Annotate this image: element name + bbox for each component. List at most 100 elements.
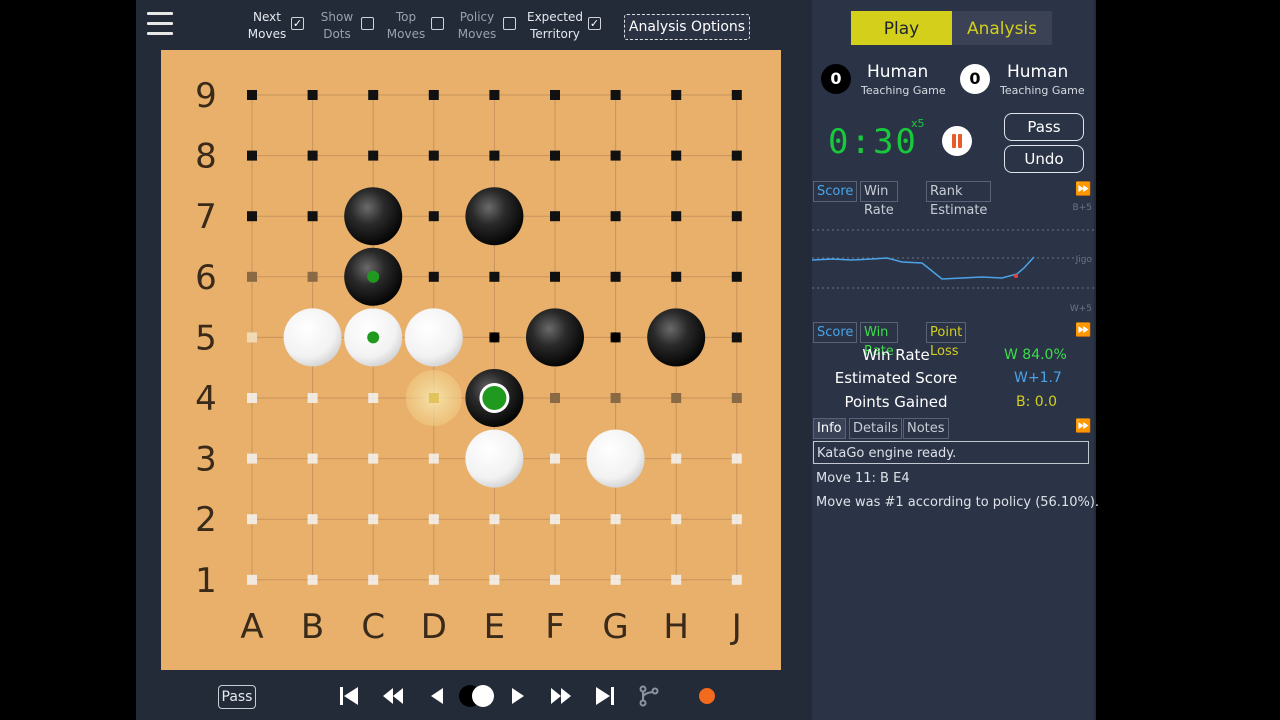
column-label: E: [484, 607, 505, 647]
graph-tab-win-rate[interactable]: Win Rate: [860, 181, 898, 218]
first-move-icon[interactable]: [337, 684, 361, 708]
territory-marker: [731, 332, 742, 343]
option-next-moves-checkbox[interactable]: ✓: [291, 17, 304, 30]
territory-marker: [610, 271, 621, 282]
territory-marker: [610, 574, 621, 585]
territory-marker: [489, 150, 500, 161]
menu-icon[interactable]: [147, 12, 173, 38]
territory-marker: [307, 393, 318, 403]
black-stone[interactable]: [647, 308, 706, 367]
territory-marker: [428, 90, 439, 100]
territory-marker: [671, 453, 682, 464]
territory-marker: [368, 393, 379, 403]
option-show-dots-checkbox[interactable]: [361, 17, 374, 30]
graph-tab-rank-estimate[interactable]: Rank Estimate: [926, 181, 992, 218]
black-stone[interactable]: [465, 187, 524, 246]
option-policy-moves-label[interactable]: Policy Moves: [454, 9, 500, 43]
white-stone[interactable]: [404, 308, 463, 367]
option-show-dots-label[interactable]: Show Dots: [316, 9, 358, 43]
option-next-moves-label[interactable]: Next Moves: [246, 9, 288, 43]
option-expected-territory-label[interactable]: Expected Territory: [526, 9, 584, 43]
territory-marker: [428, 271, 439, 282]
stats-tab-win-rate[interactable]: Win Rate: [860, 322, 898, 359]
undo-button[interactable]: Undo: [1004, 145, 1084, 173]
territory-marker: [307, 453, 318, 464]
score-graph: B+5 Jigo W+5: [812, 203, 1094, 314]
black-stone[interactable]: [344, 187, 403, 246]
pass-button[interactable]: Pass: [1004, 113, 1084, 141]
graph-expand-icon[interactable]: ⏩: [1075, 182, 1091, 197]
white-captures-badge: 0: [960, 64, 990, 94]
black-player-name[interactable]: Human: [867, 62, 928, 82]
forward-ten-icon[interactable]: [549, 684, 573, 708]
info-tab-info[interactable]: Info: [813, 418, 846, 439]
territory-marker: [368, 453, 379, 464]
column-label: J: [730, 607, 742, 647]
stats-expand-icon[interactable]: ⏩: [1075, 323, 1091, 338]
territory-marker: [428, 574, 439, 585]
territory-marker: [307, 211, 318, 222]
territory-marker: [610, 211, 621, 222]
territory-marker: [731, 393, 742, 403]
territory-marker: [247, 453, 257, 464]
previous-move-icon[interactable]: [425, 684, 449, 708]
territory-marker: [671, 514, 682, 525]
black-stone[interactable]: [526, 308, 584, 367]
tab-play[interactable]: Play: [851, 11, 952, 45]
info-expand-icon[interactable]: ⏩: [1075, 419, 1091, 434]
territory-marker: [247, 150, 257, 161]
territory-marker: [550, 574, 560, 585]
territory-marker: [428, 453, 439, 464]
white-stone[interactable]: [283, 308, 342, 367]
territory-marker: [610, 514, 621, 525]
territory-marker: [671, 90, 682, 100]
analysis-options-button[interactable]: Analysis Options: [624, 14, 750, 40]
territory-marker: [307, 150, 318, 161]
hint-move-center: [428, 393, 439, 403]
graph-bottom-label: W+5: [1070, 304, 1092, 314]
bottom-pass-button[interactable]: Pass: [218, 685, 256, 709]
territory-marker: [247, 393, 257, 403]
next-move-icon[interactable]: [506, 684, 530, 708]
territory-marker: [247, 514, 257, 525]
option-expected-territory-checkbox[interactable]: ✓: [588, 17, 601, 30]
last-move-icon[interactable]: [593, 684, 617, 708]
territory-marker: [550, 453, 560, 464]
row-label: 8: [195, 137, 217, 177]
info-tab-details[interactable]: Details: [849, 418, 903, 439]
column-label: F: [545, 607, 565, 647]
territory-marker: [731, 90, 742, 100]
territory-marker: [550, 211, 560, 222]
stats-tab-point-loss[interactable]: Point Loss: [926, 322, 967, 359]
white-stone[interactable]: [586, 429, 645, 488]
column-label: H: [663, 607, 689, 647]
option-top-moves-label[interactable]: Top Moves: [385, 9, 427, 43]
row-label: 2: [195, 500, 217, 540]
go-board[interactable]: 9 8 7 6 5 4 3 2 1ABCDEFGH J: [161, 50, 781, 670]
territory-marker: [489, 271, 500, 282]
territory-marker: [550, 514, 560, 525]
option-top-moves-checkbox[interactable]: [431, 17, 444, 30]
tab-analysis[interactable]: Analysis: [952, 11, 1052, 45]
move-info: Move 11: B E4: [816, 471, 910, 486]
option-policy-moves-checkbox[interactable]: [503, 17, 516, 30]
board-canvas[interactable]: 9 8 7 6 5 4 3 2 1A B C D E F G H J: [161, 50, 781, 670]
info-tab-notes[interactable]: Notes: [903, 418, 949, 439]
pause-clock-button[interactable]: [942, 126, 972, 156]
territory-marker: [368, 150, 379, 161]
territory-marker: [307, 514, 318, 525]
territory-marker: [428, 211, 439, 222]
win-rate-label: Win Rate: [862, 346, 930, 364]
stats-tab-score[interactable]: Score: [813, 322, 858, 343]
estimated-score-label: Estimated Score: [834, 369, 958, 387]
branch-icon[interactable]: [637, 684, 661, 708]
white-stone[interactable]: [465, 429, 524, 488]
last-move-marker: [482, 386, 507, 410]
white-player-name[interactable]: Human: [1007, 62, 1068, 82]
territory-marker: [731, 211, 742, 222]
graph-mid-label: Jigo: [1075, 255, 1093, 265]
graph-tab-score[interactable]: Score: [813, 181, 858, 202]
byoyomi-periods: x5: [911, 117, 925, 130]
back-ten-icon[interactable]: [381, 684, 405, 708]
territory-dot: [610, 332, 621, 343]
